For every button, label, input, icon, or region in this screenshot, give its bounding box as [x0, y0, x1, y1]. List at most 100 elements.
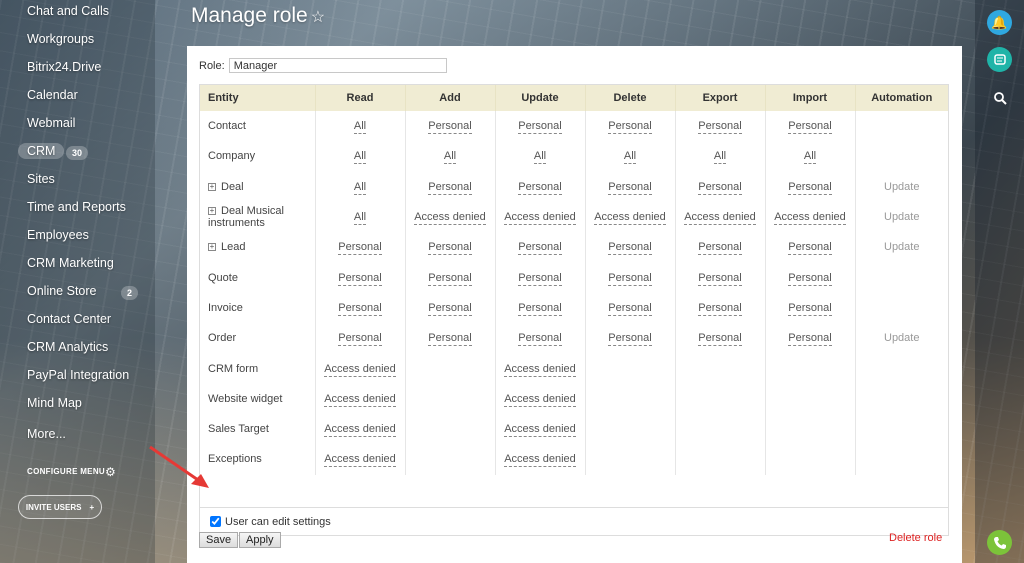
permission-value[interactable]: All	[353, 180, 367, 195]
expand-icon[interactable]: +	[208, 182, 216, 191]
automation-value[interactable]: Update	[884, 332, 919, 344]
permission-value[interactable]: Access denied	[324, 362, 396, 377]
permission-value[interactable]: Personal	[788, 241, 832, 256]
delete-role-link[interactable]: Delete role	[889, 532, 942, 544]
expand-icon[interactable]: +	[208, 207, 216, 216]
role-name-input[interactable]	[228, 58, 447, 73]
permission-value[interactable]: Personal	[518, 271, 562, 286]
sidebar-item[interactable]: Webmail	[27, 116, 75, 130]
sidebar-item[interactable]: Mind Map	[27, 396, 82, 410]
permission-value[interactable]: Personal	[698, 120, 742, 135]
permission-cell	[764, 353, 855, 384]
notifications-bell-icon[interactable]: 🔔	[987, 10, 1012, 35]
sidebar-item[interactable]: Workgroups	[27, 32, 94, 46]
permission-value[interactable]: Personal	[698, 301, 742, 316]
permission-value[interactable]: Personal	[428, 301, 472, 316]
permission-cell	[674, 444, 765, 475]
permission-value[interactable]: Personal	[338, 332, 382, 347]
permission-cell	[854, 292, 948, 324]
permission-value[interactable]: Personal	[788, 332, 832, 347]
permission-value[interactable]: All	[713, 150, 727, 165]
invite-users-button[interactable]: INVITE USERS +	[18, 495, 102, 519]
gear-icon[interactable]: ⚙	[105, 465, 116, 479]
permission-value[interactable]: Access denied	[684, 211, 756, 226]
sidebar-item[interactable]: CRM Analytics	[27, 340, 108, 354]
edit-settings-label[interactable]: User can edit settings	[225, 516, 331, 528]
permission-value[interactable]: Personal	[608, 301, 652, 316]
permission-value[interactable]: All	[353, 120, 367, 135]
save-button[interactable]: Save	[199, 532, 239, 548]
permission-value[interactable]: Access denied	[324, 392, 396, 407]
star-icon[interactable]: ☆	[311, 9, 325, 26]
permission-value[interactable]: Access denied	[774, 211, 846, 226]
permission-value[interactable]: Personal	[338, 271, 382, 286]
permission-value[interactable]: Personal	[518, 332, 562, 347]
permission-value[interactable]: Personal	[698, 332, 742, 347]
sidebar-item[interactable]: Bitrix24.Drive	[27, 60, 101, 74]
permission-value[interactable]: All	[803, 150, 817, 165]
sidebar-item[interactable]: CRM	[18, 143, 65, 159]
permission-value[interactable]: Personal	[608, 241, 652, 256]
chat-icon[interactable]	[987, 47, 1012, 72]
sidebar-item[interactable]: PayPal Integration	[27, 368, 129, 382]
automation-value[interactable]: Update	[884, 211, 919, 223]
permission-value[interactable]: Personal	[788, 271, 832, 286]
automation-value[interactable]: Update	[884, 241, 919, 253]
permission-value[interactable]: Personal	[518, 301, 562, 316]
sidebar-item[interactable]: Calendar	[27, 88, 78, 102]
apply-button[interactable]: Apply	[239, 532, 281, 548]
permission-value[interactable]: Personal	[428, 180, 472, 195]
permission-value[interactable]: Personal	[698, 180, 742, 195]
permission-value[interactable]: Personal	[608, 332, 652, 347]
permission-value[interactable]: Personal	[788, 120, 832, 135]
permission-value[interactable]: Personal	[338, 241, 382, 256]
permission-value[interactable]: Access denied	[504, 392, 576, 407]
permission-cell: Personal	[674, 232, 765, 263]
sidebar-item[interactable]: Sites	[27, 172, 55, 186]
search-icon[interactable]	[987, 85, 1012, 110]
configure-menu-link[interactable]: CONFIGURE MENU	[27, 467, 105, 476]
permission-value[interactable]: Personal	[518, 241, 562, 256]
permission-value[interactable]: Access denied	[504, 362, 576, 377]
permission-value[interactable]: Personal	[518, 180, 562, 195]
permission-value[interactable]: Personal	[428, 332, 472, 347]
permission-value[interactable]: Personal	[698, 271, 742, 286]
permission-value[interactable]: All	[533, 150, 547, 165]
permission-value[interactable]: Personal	[698, 241, 742, 256]
permission-value[interactable]: Personal	[608, 180, 652, 195]
sidebar-item[interactable]: More...	[27, 427, 66, 441]
permission-value[interactable]: All	[443, 150, 457, 165]
sidebar-item[interactable]: Employees	[27, 228, 89, 242]
permission-value[interactable]: Access denied	[324, 453, 396, 468]
sidebar-item[interactable]: Time and Reports	[27, 200, 126, 214]
permission-value[interactable]: Personal	[518, 120, 562, 135]
permission-value[interactable]: Personal	[788, 180, 832, 195]
permission-cell: Personal	[494, 111, 585, 142]
permission-value[interactable]: Personal	[338, 301, 382, 316]
permission-value[interactable]: Personal	[788, 301, 832, 316]
permission-value[interactable]: Access denied	[504, 423, 576, 438]
sidebar-item[interactable]: CRM Marketing	[27, 256, 114, 270]
edit-settings-checkbox[interactable]	[210, 516, 221, 527]
permission-value[interactable]: Personal	[608, 120, 652, 135]
permission-value[interactable]: Personal	[428, 271, 472, 286]
automation-value[interactable]: Update	[884, 181, 919, 193]
permission-value[interactable]: Access denied	[324, 423, 396, 438]
expand-icon[interactable]: +	[208, 243, 216, 252]
permission-value[interactable]: All	[353, 211, 367, 226]
phone-icon[interactable]	[987, 530, 1012, 555]
permission-value[interactable]: Access denied	[504, 453, 576, 468]
permission-value[interactable]: Access denied	[414, 211, 486, 226]
permission-value[interactable]: All	[353, 150, 367, 165]
sidebar-item[interactable]: Chat and Calls	[27, 4, 109, 18]
permission-value[interactable]: Personal	[608, 271, 652, 286]
entity-cell: Exceptions	[200, 444, 315, 474]
permission-value[interactable]: All	[623, 150, 637, 165]
permission-value[interactable]: Personal	[428, 120, 472, 135]
permission-cell	[854, 111, 948, 142]
sidebar-item[interactable]: Online Store	[27, 284, 96, 298]
sidebar-item[interactable]: Contact Center	[27, 312, 111, 326]
permission-value[interactable]: Access denied	[504, 211, 576, 226]
permission-value[interactable]: Personal	[428, 241, 472, 256]
permission-value[interactable]: Access denied	[594, 211, 666, 226]
